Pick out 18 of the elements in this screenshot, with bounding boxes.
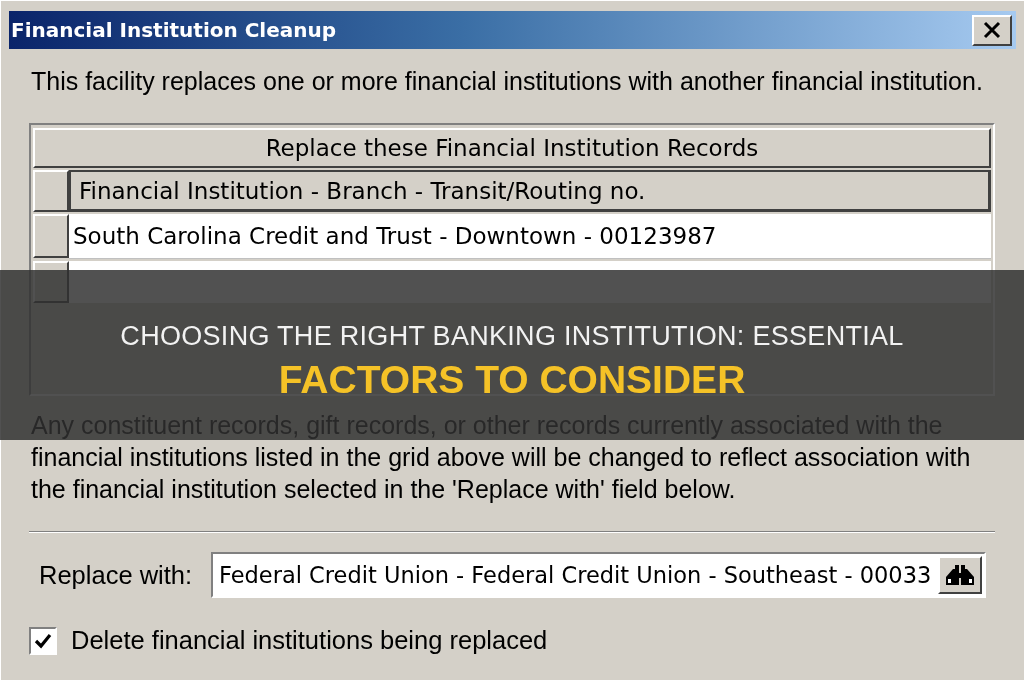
checkbox[interactable] [29, 626, 57, 655]
checkmark-icon [34, 632, 52, 649]
column-header[interactable]: Financial Institution - Branch - Transit/Routing no. [69, 170, 991, 212]
banner-title: CHOOSING THE RIGHT BANKING INSTITUTION: ESSENTIAL [120, 320, 904, 353]
table-cell: South Carolina Credit and Trust - Downtown - 00123987 [69, 214, 991, 259]
close-icon [982, 21, 1002, 39]
replace-with-field[interactable]: Federal Credit Union - Federal Credit Union - Southeast - 00033 [211, 552, 986, 598]
close-button[interactable] [972, 14, 1012, 46]
description-text: This facility replaces one or more financial institutions with another financial institution. [31, 67, 984, 95]
window-title: Financial Institution Cleanup [11, 18, 337, 42]
banner-title: FACTORS TO CONSIDER [278, 361, 746, 399]
field-label: Replace with: [39, 560, 194, 590]
row-selector[interactable] [33, 214, 69, 258]
binoculars-icon [945, 563, 975, 587]
grid-title: Replace these Financial Institution Records [33, 128, 991, 168]
row-selector[interactable] [33, 170, 69, 212]
checkbox-label: Delete financial institutions being replaced [71, 626, 548, 655]
lookup-button[interactable] [938, 556, 982, 594]
